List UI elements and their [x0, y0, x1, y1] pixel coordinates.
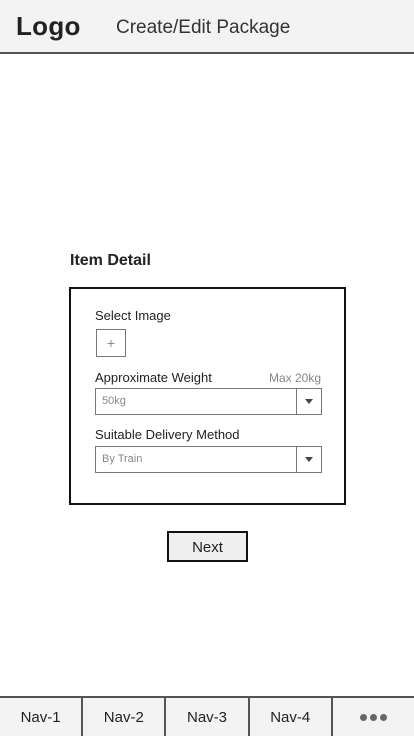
more-dots-icon — [359, 713, 387, 721]
weight-hint: Max 20kg — [268, 371, 321, 385]
plus-icon: + — [106, 335, 116, 351]
nav-item-3[interactable]: Nav-3 — [166, 698, 250, 736]
next-button[interactable]: Next — [167, 531, 248, 562]
bottom-nav: Nav-1 Nav-2 Nav-3 Nav-4 — [0, 696, 414, 736]
nav-more-button[interactable] — [333, 698, 414, 736]
weight-label: Approximate Weight — [95, 370, 212, 385]
app-header: Logo Create/Edit Package — [0, 0, 414, 54]
page-title: Create/Edit Package — [116, 17, 291, 38]
delivery-label: Suitable Delivery Method — [95, 427, 240, 442]
chevron-down-icon — [305, 399, 313, 404]
add-image-button[interactable]: + — [96, 329, 126, 357]
delivery-value: By Train — [102, 453, 143, 465]
nav-item-1[interactable]: Nav-1 — [0, 698, 84, 736]
delivery-dropdown-toggle[interactable] — [296, 447, 321, 472]
weight-value: 50kg — [102, 395, 126, 407]
chevron-down-icon — [305, 457, 313, 462]
nav-item-4[interactable]: Nav-4 — [250, 698, 333, 736]
logo[interactable]: Logo — [16, 11, 81, 42]
item-detail-title: Item Detail — [70, 252, 151, 269]
select-image-label: Select Image — [95, 308, 171, 323]
delivery-method-select[interactable]: By Train — [95, 446, 322, 473]
weight-select[interactable]: 50kg — [95, 388, 322, 415]
item-detail-card: Select Image + Approximate Weight Max 20… — [69, 287, 346, 505]
nav-item-2[interactable]: Nav-2 — [83, 698, 167, 736]
weight-dropdown-toggle[interactable] — [296, 389, 321, 414]
